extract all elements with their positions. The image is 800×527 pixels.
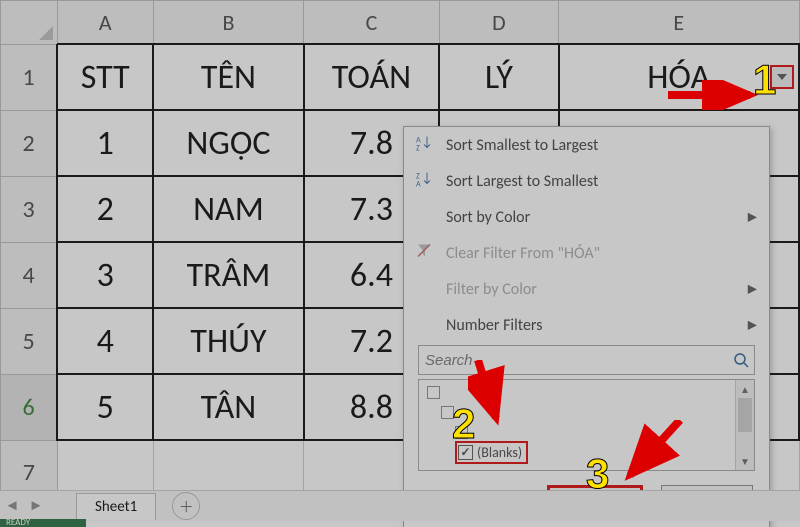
col-header-C[interactable]: C — [304, 1, 440, 45]
filter-values-box: ✓ (Blanks) ▲ ▼ — [418, 379, 755, 471]
tree-scrollbar[interactable]: ▲ ▼ — [735, 380, 754, 470]
sort-color-item[interactable]: Sort by Color ▶ — [404, 199, 769, 235]
cell-B2[interactable]: NGỌC — [153, 110, 303, 176]
select-all-corner[interactable] — [1, 1, 58, 45]
chevron-right-icon: ▶ — [748, 210, 757, 225]
number-filters-item[interactable]: Number Filters ▶ — [404, 307, 769, 343]
cell-B1[interactable]: TÊN — [153, 44, 303, 110]
cell-A1[interactable]: STT — [57, 44, 153, 110]
filter-color-label: Filter by Color — [446, 280, 537, 299]
tree-node[interactable] — [441, 402, 528, 422]
filter-search-input[interactable] — [419, 352, 728, 369]
sort-desc-label: Sort Largest to Smallest — [446, 172, 598, 191]
col-header-B[interactable]: B — [153, 1, 303, 45]
tree-node-blanks[interactable]: ✓ (Blanks) — [455, 442, 528, 462]
clear-filter-item: Clear Filter From "HÓA" — [404, 235, 769, 271]
col-header-E[interactable]: E — [559, 1, 799, 45]
cell-A2[interactable]: 1 — [57, 110, 153, 176]
cell-A3[interactable]: 2 — [57, 176, 153, 242]
sheet-tab[interactable]: Sheet1 — [76, 493, 156, 520]
row-header-4[interactable]: 4 — [1, 242, 58, 308]
tab-nav-next[interactable]: ► — [24, 497, 48, 515]
cell-B4[interactable]: TRÂM — [153, 242, 303, 308]
chevron-right-icon: ▶ — [748, 318, 757, 333]
cell-B3[interactable]: NAM — [153, 176, 303, 242]
row-header-6[interactable]: 6 — [1, 374, 58, 440]
row-header-2[interactable]: 2 — [1, 110, 58, 176]
cell-A5[interactable]: 4 — [57, 308, 153, 374]
filter-search-row — [418, 345, 755, 375]
add-sheet-button[interactable]: ＋ — [172, 492, 200, 520]
clear-filter-label: Clear Filter From "HÓA" — [446, 244, 600, 263]
number-filters-label: Number Filters — [446, 316, 542, 335]
sort-asc-icon: AZ — [416, 135, 432, 156]
filter-menu: AZ Sort Smallest to Largest ZA Sort Larg… — [403, 126, 770, 527]
scroll-up-icon[interactable]: ▲ — [736, 380, 754, 398]
status-bar: READY — [0, 519, 86, 527]
svg-text:Z: Z — [416, 144, 420, 151]
blanks-label: (Blanks) — [477, 444, 522, 461]
row-header-3[interactable]: 3 — [1, 176, 58, 242]
scroll-thumb[interactable] — [738, 398, 752, 432]
svg-text:A: A — [416, 180, 421, 187]
cell-E1[interactable]: HÓA — [559, 44, 799, 110]
chevron-right-icon: ▶ — [748, 282, 757, 297]
col-header-A[interactable]: A — [57, 1, 153, 45]
cell-C1[interactable]: TOÁN — [304, 44, 440, 110]
clear-filter-icon — [416, 243, 432, 264]
filter-color-item: Filter by Color ▶ — [404, 271, 769, 307]
row-header-1[interactable]: 1 — [1, 44, 58, 110]
sort-asc-item[interactable]: AZ Sort Smallest to Largest — [404, 127, 769, 163]
filter-dropdown-button[interactable] — [770, 65, 794, 89]
tree-node[interactable] — [427, 382, 528, 402]
cell-D1[interactable]: LÝ — [439, 44, 558, 110]
cell-B6[interactable]: TÂN — [153, 374, 303, 440]
cell-A4[interactable]: 3 — [57, 242, 153, 308]
blanks-checkbox[interactable]: ✓ — [458, 445, 473, 460]
cell-A6[interactable]: 5 — [57, 374, 153, 440]
sort-color-label: Sort by Color — [446, 208, 530, 227]
tree-node[interactable] — [455, 422, 528, 442]
sort-desc-icon: ZA — [416, 171, 432, 192]
scroll-down-icon[interactable]: ▼ — [736, 452, 754, 470]
row-header-5[interactable]: 5 — [1, 308, 58, 374]
tab-nav-prev[interactable]: ◄ — [0, 497, 24, 515]
sheet-tabs-bar: ◄ ► Sheet1 ＋ — [0, 490, 800, 521]
cell-B5[interactable]: THÚY — [153, 308, 303, 374]
sort-desc-item[interactable]: ZA Sort Largest to Smallest — [404, 163, 769, 199]
col-header-D[interactable]: D — [439, 1, 558, 45]
sort-asc-label: Sort Smallest to Largest — [446, 136, 598, 155]
search-icon[interactable] — [728, 352, 754, 368]
